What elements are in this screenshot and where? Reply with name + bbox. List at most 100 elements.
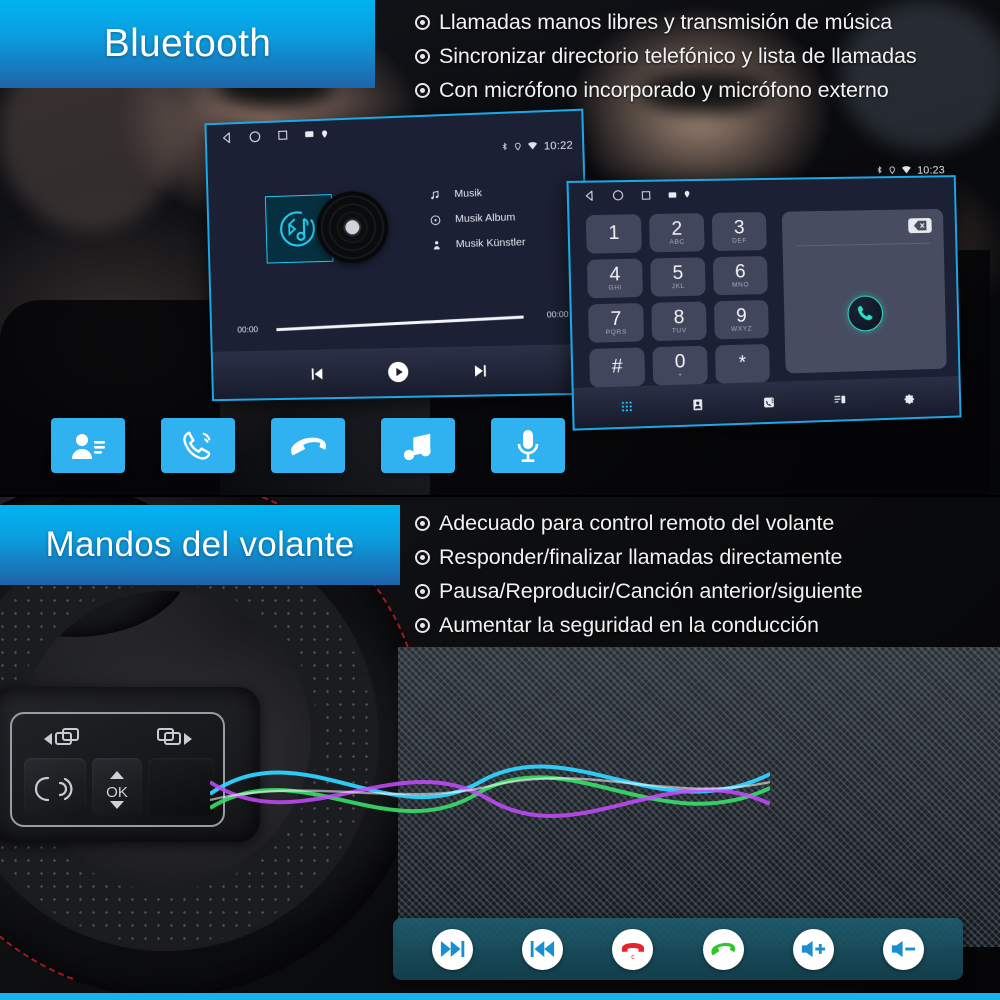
key-digit: # (611, 356, 623, 378)
bullet-dot-icon (415, 49, 430, 64)
bluetooth-music-screen[interactable]: 10:22 Musik Musik Album Musik Künstler 0… (204, 108, 592, 402)
tab-call-log[interactable] (762, 395, 775, 408)
input-underline (796, 242, 931, 247)
key-letters: + (678, 371, 683, 379)
home-icon[interactable] (612, 189, 625, 201)
svg-text:OK: OK (106, 784, 128, 801)
tab-contacts[interactable] (691, 398, 704, 411)
album-icon (428, 214, 443, 225)
location-icon[interactable] (320, 128, 329, 139)
next-track-icon[interactable] (431, 928, 473, 970)
music-note-icon[interactable] (381, 418, 455, 473)
dialpad-key[interactable]: 1 (585, 214, 642, 254)
key-digit: 1 (608, 222, 620, 245)
seek-track[interactable] (276, 315, 524, 331)
key-digit: 7 (610, 308, 622, 330)
location-icon[interactable] (683, 189, 691, 199)
dialpad-key[interactable]: # (589, 347, 646, 388)
list-item: Musik Album (428, 211, 525, 226)
volume-down-icon[interactable] (883, 928, 925, 970)
call-button[interactable] (847, 294, 884, 332)
list-item: Musik (427, 186, 524, 201)
seek-bar[interactable]: 00:00 00:00 (233, 309, 571, 335)
volume-up-icon[interactable] (792, 928, 834, 970)
bullet-dot-icon (415, 83, 430, 98)
audio-wave-graphic (210, 764, 770, 818)
bullet-text: Con micrófono incorporado y micrófono ex… (439, 78, 889, 102)
dialpad-key[interactable]: 0 + (652, 345, 708, 386)
page-title-swc: Mandos del volante (45, 525, 355, 564)
section-bluetooth: Bluetooth Llamadas manos libres y transm… (0, 0, 1000, 495)
key-digit: 5 (672, 262, 684, 284)
microphone-icon[interactable] (491, 418, 565, 473)
recents-icon[interactable] (277, 129, 289, 141)
dialpad-key[interactable]: 7 PQRS (588, 303, 645, 343)
key-letters: MNO (732, 281, 750, 289)
key-digit: 2 (671, 218, 683, 240)
dialpad-key[interactable]: 3 DEF (711, 211, 767, 252)
bullet-text: Responder/finalizar llamadas directament… (439, 545, 843, 569)
number-display[interactable] (781, 208, 947, 374)
key-letters: WXYZ (730, 325, 753, 333)
contacts-list-icon[interactable] (51, 418, 125, 473)
status-bar: 10:23 (876, 163, 945, 178)
dialpad-key[interactable]: 4 GHI (586, 258, 643, 299)
steering-wheel-button-panel[interactable]: OK (10, 712, 225, 827)
bullet-dot-icon (415, 550, 430, 565)
bluetooth-icon (501, 141, 510, 155)
tab-dialpad[interactable] (620, 400, 634, 414)
list-item: Aumentar la seguridad en la conducción (415, 613, 863, 638)
transport-controls (212, 343, 590, 400)
key-digit: 8 (673, 306, 685, 329)
bullet-text: Pausa/Reproducir/Canción anterior/siguie… (439, 579, 863, 603)
album-name: Musik Album (454, 211, 516, 226)
tab-playlist[interactable] (832, 393, 846, 406)
hang-up-icon[interactable] (271, 418, 345, 473)
key-letters: GHI (608, 284, 623, 292)
previous-button[interactable] (309, 365, 326, 382)
svg-text:c: c (631, 954, 635, 960)
dialpad-key[interactable]: 8 TUV (651, 301, 707, 342)
section-steering-wheel-controls: OK Mandos del volante Adecuado para cont… (0, 497, 1000, 1000)
dialpad[interactable]: 1 2 ABC 3 DEF 4 GHI 5 JKL 6 MNO 7 PQRS 8 TUV 9W… (585, 211, 770, 388)
list-item: Musik Künstler (429, 236, 526, 251)
play-button[interactable] (387, 361, 410, 383)
key-letters: JKL (671, 282, 685, 290)
bluetooth-dialer-screen[interactable]: 10:23 1 2 ABC 3 DEF 4 GHI 5 JKL 6 MNO 7 PQRS 8… (566, 164, 962, 431)
back-icon[interactable] (220, 131, 233, 144)
key-digit: 4 (609, 263, 621, 286)
scroll-wheel[interactable] (148, 758, 214, 816)
dialpad-key[interactable]: 2 ABC (649, 213, 705, 253)
vinyl-record (315, 190, 390, 265)
bluetooth-icon (876, 164, 884, 178)
tab-settings[interactable] (903, 391, 916, 404)
bullet-text: Sincronizar directorio telefónico y list… (439, 44, 917, 68)
list-item: Adecuado para control remoto del volante (415, 511, 863, 536)
answer-call-icon[interactable] (702, 928, 744, 970)
previous-track-icon[interactable] (521, 928, 563, 970)
bullet-dot-icon (415, 618, 430, 633)
bluetooth-header-band: Bluetooth (0, 0, 375, 88)
dialpad-key[interactable]: 9 WXYZ (713, 299, 769, 340)
call-ringing-icon[interactable] (161, 418, 235, 473)
screenshot-icon[interactable] (304, 129, 314, 139)
dialpad-key[interactable]: * (714, 343, 770, 384)
key-letters: ABC (669, 238, 685, 246)
screenshot-icon[interactable] (668, 190, 677, 199)
bluetooth-feature-icon-row (51, 418, 565, 473)
recents-icon[interactable] (640, 189, 651, 200)
list-item: Sincronizar directorio telefónico y list… (415, 44, 917, 69)
page-title-bluetooth: Bluetooth (103, 22, 272, 65)
bottom-accent-bar (0, 993, 1000, 1000)
end-call-icon[interactable]: c (612, 928, 654, 970)
elapsed-time: 00:00 (237, 324, 259, 335)
next-button[interactable] (471, 362, 489, 379)
key-letters: TUV (671, 326, 687, 335)
dialpad-key[interactable]: 5 JKL (650, 257, 706, 297)
dialpad-key[interactable]: 6 MNO (712, 255, 768, 296)
status-bar: 10:22 (501, 138, 573, 155)
home-icon[interactable] (248, 130, 261, 143)
back-icon[interactable] (583, 190, 596, 202)
swc-header-band: Mandos del volante (0, 505, 400, 585)
backspace-icon[interactable] (908, 217, 932, 234)
